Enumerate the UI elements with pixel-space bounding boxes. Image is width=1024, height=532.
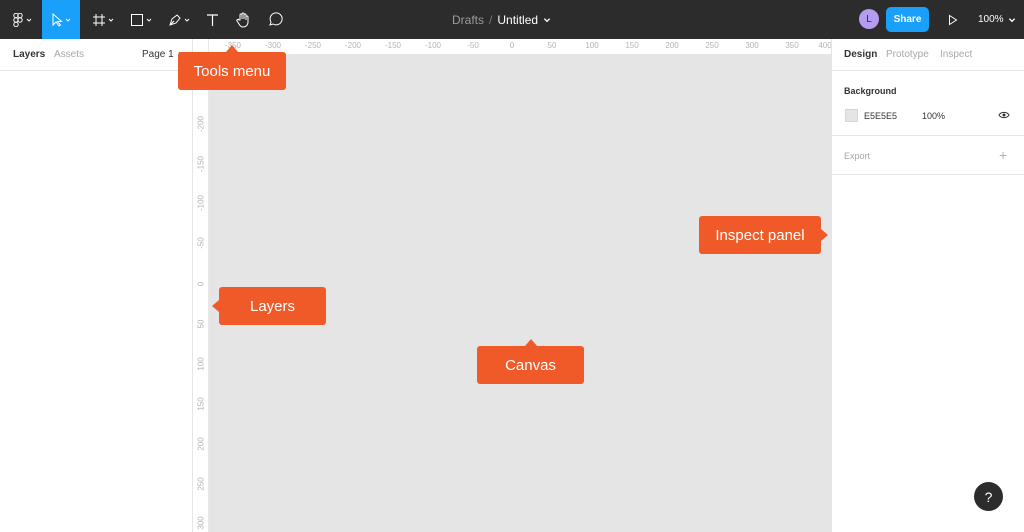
ruler-tick-label: 150: [625, 41, 639, 50]
main-menu-button[interactable]: [8, 0, 36, 39]
inspect-panel: Design Prototype Inspect Background E5E5…: [831, 39, 1024, 532]
zoom-level: 100%: [978, 14, 1004, 25]
rectangle-tool-icon: [131, 13, 143, 26]
chevron-down-icon: [65, 18, 71, 22]
hand-tool-button[interactable]: [232, 0, 254, 39]
chevron-down-icon: [26, 18, 32, 22]
tab-layers[interactable]: Layers: [13, 49, 45, 60]
pen-tool-button[interactable]: [164, 0, 194, 39]
breadcrumb-drafts[interactable]: Drafts: [452, 13, 484, 27]
divider: [832, 135, 1024, 136]
file-name[interactable]: Untitled: [497, 13, 538, 27]
ruler-tick-label: 150: [196, 397, 206, 411]
figma-menu-icon: [13, 12, 23, 27]
move-tool-button[interactable]: [42, 0, 80, 39]
background-opacity-input[interactable]: 100%: [922, 111, 945, 121]
inspect-panel-tabs: Design Prototype Inspect: [832, 39, 1024, 71]
page-name: Page 1: [142, 49, 174, 60]
ruler-tick-label: -250: [304, 41, 322, 50]
present-button[interactable]: [944, 0, 962, 39]
chevron-down-icon: [1008, 17, 1015, 22]
ruler-tick-label: -100: [196, 194, 206, 212]
ruler-tick-label: 0: [196, 281, 206, 287]
pen-tool-icon: [169, 13, 181, 26]
text-tool-button[interactable]: [202, 0, 222, 39]
ruler-tick-label: 300: [196, 516, 206, 530]
ruler-tick-label: 250: [705, 41, 719, 50]
ruler-tick-label: -50: [196, 237, 206, 249]
ruler-tick-label: 100: [585, 41, 599, 50]
shape-tool-button[interactable]: [126, 0, 156, 39]
tab-assets[interactable]: Assets: [54, 49, 84, 60]
ruler-tick-label: 50: [196, 319, 206, 329]
ruler-tick-label: -300: [264, 41, 282, 50]
export-section-title: Export: [844, 151, 871, 161]
chevron-down-icon: [108, 18, 114, 22]
file-breadcrumb: Drafts / Untitled: [452, 0, 551, 39]
canvas-callout: Canvas: [477, 339, 584, 384]
ruler-tick-label: -50: [467, 41, 479, 50]
background-color-swatch[interactable]: [845, 109, 858, 122]
ruler-tick-label: 300: [745, 41, 759, 50]
chevron-down-icon: [184, 18, 190, 22]
toolbar: Drafts / Untitled L Share 100%: [0, 0, 1024, 39]
avatar[interactable]: L: [859, 9, 879, 29]
help-button[interactable]: ?: [974, 482, 1003, 511]
ruler-tick-label: 400: [818, 41, 832, 50]
ruler-tick-label: 200: [196, 437, 206, 451]
ruler-tick-label: 50: [547, 41, 557, 50]
frame-tool-button[interactable]: [88, 0, 118, 39]
ruler-tick-label: -150: [384, 41, 402, 50]
ruler-tick-label: 350: [785, 41, 799, 50]
horizontal-ruler: -350 -300 -250 -200 -150 -100 -50 0 50 1…: [193, 39, 832, 55]
layers-panel: Layers Assets Page 1: [0, 39, 193, 532]
play-icon: [949, 14, 958, 25]
layers-panel-header: Layers Assets Page 1: [0, 39, 192, 71]
comment-tool-icon: [268, 12, 283, 26]
ruler-tick-label: 250: [196, 477, 206, 491]
frame-tool-icon: [93, 13, 105, 26]
chevron-down-icon: [146, 18, 152, 22]
tab-prototype[interactable]: Prototype: [886, 49, 929, 60]
tab-inspect[interactable]: Inspect: [940, 49, 972, 60]
tools-menu-callout: Tools menu: [178, 45, 286, 90]
tab-design[interactable]: Design: [844, 49, 877, 60]
divider: [832, 174, 1024, 175]
eye-icon[interactable]: [998, 111, 1010, 119]
hand-tool-icon: [235, 12, 248, 28]
ruler-tick-label: 100: [196, 357, 206, 371]
ruler-tick-label: 200: [665, 41, 679, 50]
vertical-ruler: -200 -150 -100 -50 0 50 100 150 200 250 …: [193, 39, 209, 532]
ruler-tick-label: 0: [509, 41, 515, 50]
text-tool-icon: [206, 13, 218, 26]
layers-callout: Layers: [212, 287, 326, 325]
ruler-tick-label: -100: [424, 41, 442, 50]
zoom-dropdown[interactable]: 100%: [978, 0, 1016, 39]
add-export-button[interactable]: +: [999, 147, 1007, 163]
share-button[interactable]: Share: [886, 7, 929, 32]
canvas[interactable]: [193, 39, 831, 532]
comment-tool-button[interactable]: [264, 0, 286, 39]
inspect-panel-callout: Inspect panel: [699, 216, 828, 254]
ruler-tick-label: -200: [344, 41, 362, 50]
chevron-down-icon[interactable]: [543, 16, 551, 24]
move-tool-icon: [52, 12, 63, 27]
background-hex-input[interactable]: E5E5E5: [864, 111, 897, 121]
breadcrumb-separator: /: [489, 12, 493, 27]
ruler-tick-label: -150: [196, 155, 206, 173]
background-section-title: Background: [844, 86, 897, 96]
ruler-tick-label: -200: [196, 115, 206, 133]
